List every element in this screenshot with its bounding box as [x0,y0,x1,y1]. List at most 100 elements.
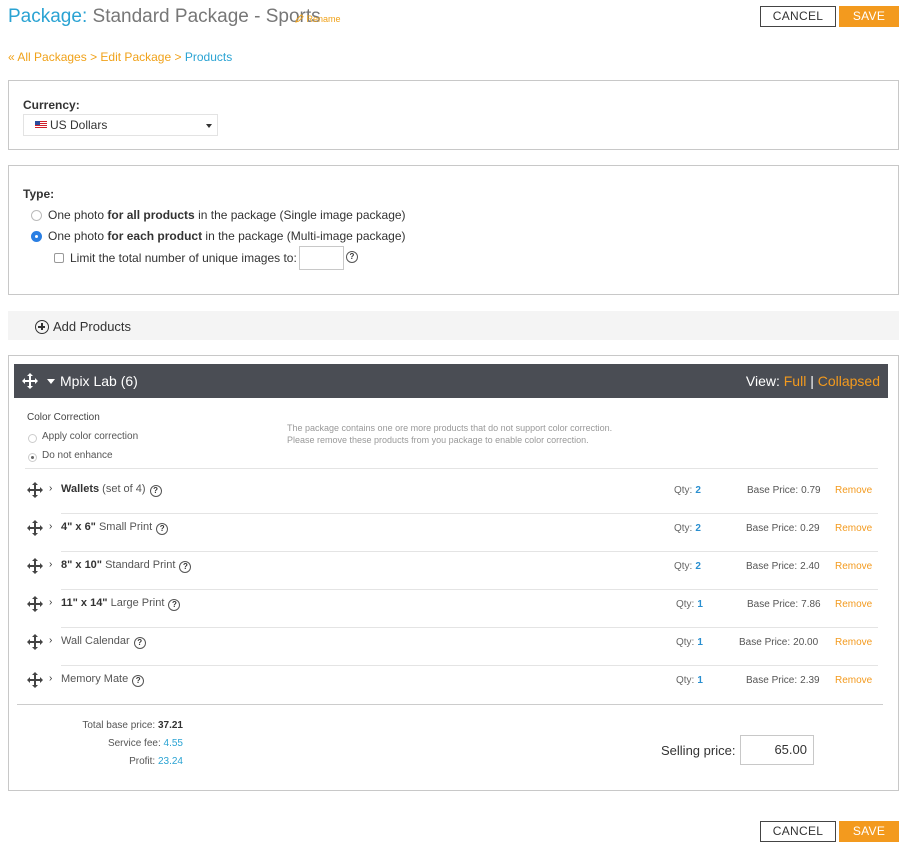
product-row: › Wallets (set of 4)? Qty: 2 Base Price: 0.79… [9,476,898,514]
plus-circle-icon [35,320,49,334]
move-icon[interactable] [26,595,44,613]
chevron-right-icon[interactable]: › [49,635,52,646]
qty-value: 2 [695,485,701,496]
total-base-label: Total base price: [82,720,156,731]
chevron-down-icon [206,124,212,128]
base-price-label: Base Price: [747,599,799,610]
product-row: › Memory Mate? Qty: 1 Base Price: 2.39 Remove [9,666,898,704]
product-row: › 11" x 14" Large Print? Qty: 1 Base Price: 7… [9,590,898,628]
help-icon[interactable]: ? [132,675,145,687]
qty-label: Qty: [674,561,693,572]
help-icon[interactable]: ? [168,599,181,611]
qty-value: 1 [697,675,703,686]
limit-images-label: Limit the total number of unique images … [70,251,297,265]
product-name-bold: Wallets [61,483,100,495]
help-icon[interactable]: ? [179,561,192,573]
help-icon[interactable]: ? [133,637,146,649]
move-icon[interactable] [26,633,44,651]
profit-value: 23.24 [157,756,183,767]
product-qty: Qty: 1 [676,675,703,686]
chevron-right-icon[interactable]: › [49,483,52,494]
remove-link[interactable]: Remove [835,561,872,572]
view-full-link[interactable]: Full [784,373,807,389]
apply-color-radio[interactable] [28,434,37,443]
base-price-label: Base Price: [739,637,791,648]
breadcrumb: « All Packages > Edit Package > Products [8,50,232,64]
limit-images-checkbox[interactable] [54,253,64,263]
chevron-right-icon[interactable]: › [49,673,52,684]
base-price-value: 7.86 [801,599,821,610]
move-icon[interactable] [26,671,44,689]
move-icon[interactable] [26,519,44,537]
breadcrumb-edit-package[interactable]: Edit Package [100,50,171,64]
product-qty: Qty: 2 [674,485,701,496]
page-header: Package: Standard Package - Sports Renam… [0,0,909,40]
move-icon[interactable] [21,372,39,390]
base-price-value: 20.00 [793,637,819,648]
product-qty: Qty: 2 [674,523,701,534]
single-image-radio[interactable] [31,210,42,221]
remove-link[interactable]: Remove [835,599,872,610]
move-icon[interactable] [26,481,44,499]
currency-select[interactable]: US Dollars [23,114,218,136]
product-name: Memory Mate? [61,673,145,687]
multi-image-option[interactable]: One photo for each product in the packag… [48,229,406,243]
footer-cancel-button[interactable]: CANCEL [760,821,836,842]
pencil-icon [295,14,304,23]
view-collapsed-link[interactable]: Collapsed [818,373,880,389]
color-correction-label: Color Correction [27,412,100,423]
product-name-bold: 11" x 14" [61,597,108,609]
product-name-rest: Wall Calendar [61,635,130,647]
base-price-label: Base Price: [746,523,798,534]
collapse-caret-icon[interactable] [47,379,55,384]
no-enhance-radio[interactable] [28,453,37,462]
cancel-button[interactable]: CANCEL [760,6,836,27]
limit-images-input[interactable] [299,246,344,270]
selling-price-label: Selling price: [661,743,736,758]
base-price-value: 0.29 [800,523,820,534]
chevron-right-icon[interactable]: › [49,521,52,532]
product-name: Wall Calendar? [61,635,146,649]
service-fee-label: Service fee: [107,738,161,749]
breadcrumb-all-packages[interactable]: « All Packages [8,50,87,64]
option-text: One photo [48,229,108,243]
help-icon[interactable]: ? [156,523,169,535]
chevron-right-icon[interactable]: › [49,597,52,608]
remove-link[interactable]: Remove [835,675,872,686]
help-icon[interactable]: ? [346,251,358,263]
us-flag-icon [35,121,47,129]
apply-color-label: Apply color correction [42,431,139,442]
base-price-value: 2.39 [800,675,820,686]
selling-price-input[interactable]: 65.00 [740,735,814,765]
remove-link[interactable]: Remove [835,637,872,648]
product-row: › Wall Calendar? Qty: 1 Base Price: 20.00 Remo… [9,628,898,666]
breadcrumb-current: Products [184,50,233,64]
rename-link[interactable]: Rename [295,14,341,24]
page-title: Package: Standard Package - Sports [8,6,321,28]
option-text: in the package (Single image package) [194,208,406,222]
add-products-bar[interactable]: Add Products [8,311,899,340]
move-icon[interactable] [26,557,44,575]
chevron-right-icon[interactable]: › [49,559,52,570]
single-image-option[interactable]: One photo for all products in the packag… [48,208,406,222]
currency-label: Currency: [23,98,80,112]
help-icon[interactable]: ? [149,485,162,497]
base-price-value: 2.40 [800,561,820,572]
remove-link[interactable]: Remove [835,523,872,534]
qty-label: Qty: [674,485,693,496]
qty-value: 2 [695,523,701,534]
save-button[interactable]: SAVE [839,6,899,27]
remove-link[interactable]: Remove [835,485,872,496]
base-price-value: 0.79 [801,485,821,496]
product-qty: Qty: 2 [674,561,701,572]
multi-image-radio[interactable] [31,231,42,242]
option-bold: for each product [107,229,203,243]
add-products-label: Add Products [53,319,132,334]
service-fee-value: 4.55 [163,738,183,749]
footer-save-button[interactable]: SAVE [839,821,899,842]
product-name-rest: Large Print [107,597,165,609]
product-qty: Qty: 1 [676,599,703,610]
package-name: Standard Package - Sports [92,6,321,27]
qty-label: Qty: [676,675,695,686]
total-base-value: 37.21 [157,720,183,731]
